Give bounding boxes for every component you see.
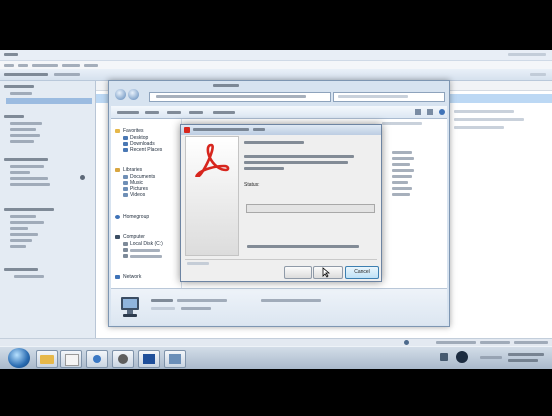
back-button[interactable] xyxy=(284,266,312,279)
libraries-icon xyxy=(115,168,120,172)
cancel-button[interactable]: Cancel xyxy=(345,266,379,279)
forward-button[interactable] xyxy=(128,89,139,100)
explorer-toolbar[interactable] xyxy=(111,106,447,119)
disk-icon xyxy=(123,254,128,258)
music-icon xyxy=(123,181,128,185)
start-orb-icon[interactable] xyxy=(8,348,30,368)
adobe-reader-logo-icon xyxy=(195,143,230,177)
nav-favorites[interactable]: Favorites xyxy=(123,128,144,134)
background-window-list xyxy=(454,110,544,170)
background-window-titlebar xyxy=(0,50,552,61)
view-icon[interactable] xyxy=(415,109,421,115)
computer-icon xyxy=(115,235,120,239)
nav-local-disk[interactable]: Local Disk (C:) xyxy=(130,241,163,247)
folder-icon[interactable] xyxy=(36,350,58,368)
favorites-icon xyxy=(115,129,120,133)
videos-icon xyxy=(123,193,128,197)
install-progress-bar xyxy=(246,204,375,213)
details-pane xyxy=(111,288,447,325)
pictures-icon xyxy=(123,187,128,191)
address-bar[interactable] xyxy=(149,92,331,102)
computer-icon xyxy=(119,295,141,319)
mouse-cursor-icon xyxy=(322,267,330,278)
recent-places-icon xyxy=(123,148,128,152)
nav-libraries[interactable]: Libraries xyxy=(123,167,142,173)
search-input[interactable] xyxy=(333,92,445,102)
documents-icon xyxy=(123,175,128,179)
dialog-divider xyxy=(185,259,377,260)
taskbar xyxy=(0,346,552,369)
adobe-small-icon xyxy=(184,127,190,133)
back-button[interactable] xyxy=(115,89,126,100)
dialog-logo-panel xyxy=(185,136,239,256)
taskbar-app-icon[interactable] xyxy=(112,350,134,368)
nav-videos[interactable]: Videos xyxy=(130,192,145,198)
taskbar-app-icon[interactable] xyxy=(60,350,82,368)
installer-dialog: Status: Cancel xyxy=(180,124,382,282)
network-icon xyxy=(115,275,120,279)
nav-network[interactable]: Network xyxy=(123,274,141,280)
preview-pane-icon[interactable] xyxy=(427,109,433,115)
tray-help-icon[interactable] xyxy=(456,351,468,363)
desktop-icon xyxy=(123,136,128,140)
video-frame: Favorites Desktop Downloads Recent Place… xyxy=(0,0,552,416)
taskbar-app-icon[interactable] xyxy=(86,350,108,368)
taskbar-app-icon[interactable] xyxy=(138,350,160,368)
nav-recent-places[interactable]: Recent Places xyxy=(130,147,162,153)
dialog-titlebar[interactable] xyxy=(181,125,381,135)
homegroup-icon xyxy=(115,215,120,219)
nav-homegroup[interactable]: Homegroup xyxy=(123,214,149,220)
nav-computer[interactable]: Computer xyxy=(123,234,145,240)
background-window-menubar[interactable] xyxy=(0,61,552,69)
background-window-nav-pane xyxy=(0,81,96,338)
disk-icon xyxy=(123,248,128,252)
taskbar-app-icon[interactable] xyxy=(164,350,186,368)
tray-icon[interactable] xyxy=(438,351,450,363)
disk-icon xyxy=(123,242,128,246)
help-icon[interactable] xyxy=(439,109,445,115)
status-label: Status: xyxy=(244,182,260,188)
downloads-icon xyxy=(123,142,128,146)
